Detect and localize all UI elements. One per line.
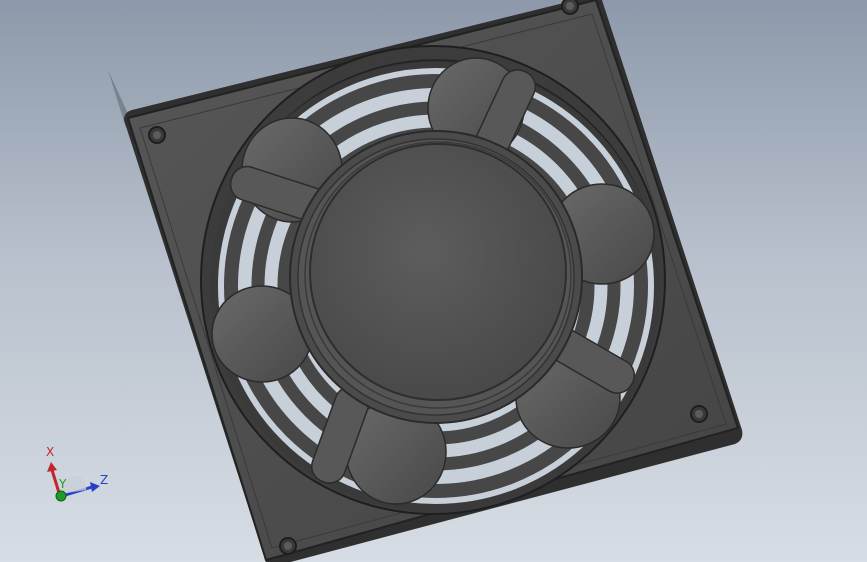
triad-y-label: Y [58,477,67,491]
reference-triad: X Y Z [30,438,120,518]
mounting-hole-top-right [561,0,579,15]
triad-z-label: Z [100,473,108,487]
fan-hub[interactable] [289,130,583,424]
triad-z-arrowhead [90,482,100,492]
triad-x-label: X [46,445,54,459]
graphics-viewport[interactable] [0,0,867,562]
mounting-hole-bottom-left [279,537,297,555]
triad-y-origin [55,490,67,502]
triad-x-arrowhead [47,462,57,472]
mounting-hole-top-left [148,126,166,144]
mounting-hole-bottom-right [690,405,708,423]
